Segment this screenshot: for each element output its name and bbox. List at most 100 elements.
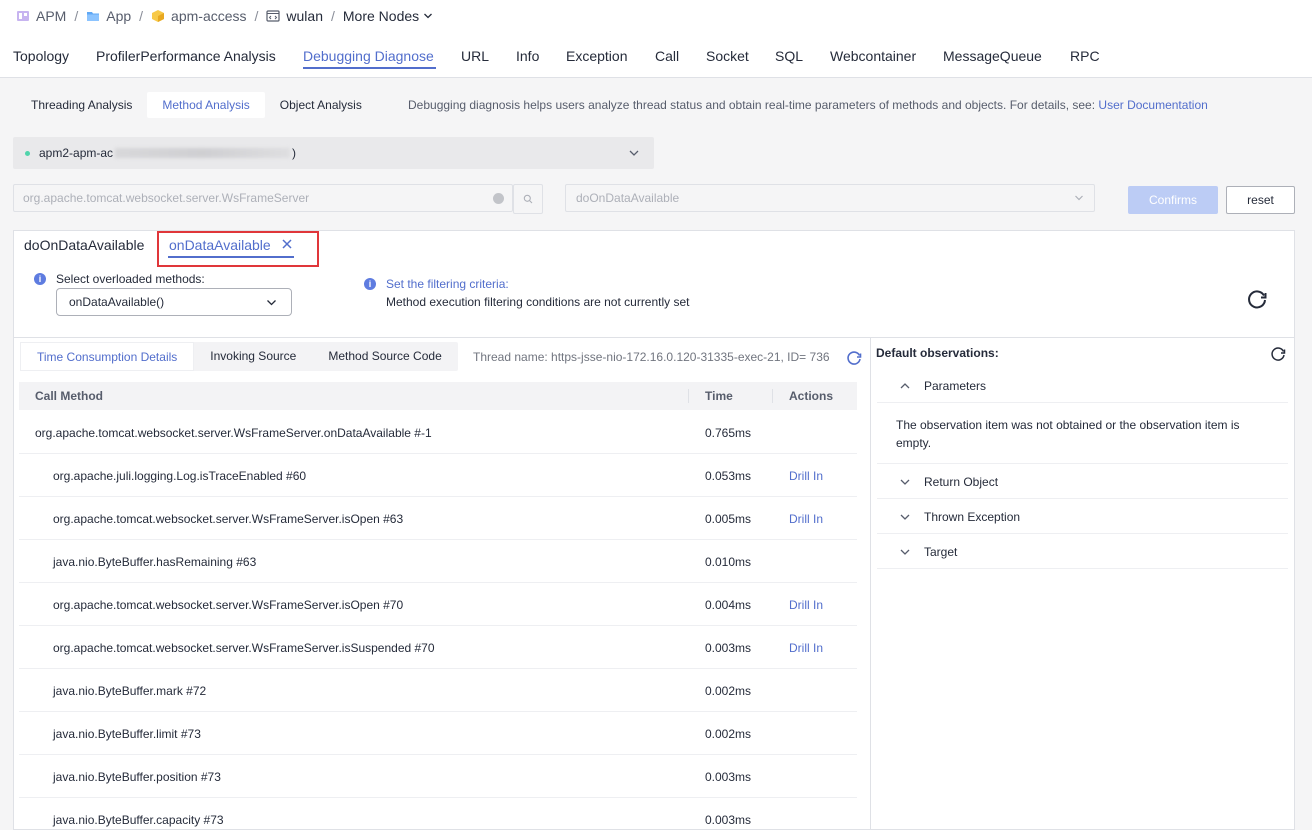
tab-info[interactable]: Info — [516, 48, 539, 64]
chevron-down-icon — [424, 13, 433, 19]
breadcrumb: APM / App / apm-access / wulan / More No… — [16, 6, 433, 26]
call-method: java.nio.ByteBuffer.mark #72 — [53, 684, 207, 698]
column-separator — [688, 389, 689, 403]
filter-status: Method execution filtering conditions ar… — [386, 295, 690, 309]
subtab-threading-analysis[interactable]: Threading Analysis — [16, 92, 147, 118]
column-header-call-method: Call Method — [35, 389, 103, 403]
tab-call[interactable]: Call — [655, 48, 679, 64]
table-row: org.apache.tomcat.websocket.server.WsFra… — [19, 497, 857, 540]
tab-webcontainer[interactable]: Webcontainer — [830, 48, 916, 64]
breadcrumb-separator: / — [331, 8, 335, 24]
sub-tab-bar: Threading Analysis Method Analysis Objec… — [16, 92, 377, 118]
column-separator — [772, 389, 773, 403]
observation-empty-text: The observation item was not obtained or… — [877, 403, 1288, 464]
top-tab-bar: Topology ProfilerPerformance Analysis De… — [0, 34, 1312, 78]
tab-url[interactable]: URL — [461, 48, 489, 64]
subtab-method-analysis[interactable]: Method Analysis — [147, 92, 265, 118]
table-row: org.apache.tomcat.websocket.server.WsFra… — [19, 583, 857, 626]
more-nodes-dropdown[interactable]: More Nodes — [343, 8, 433, 24]
reset-button[interactable]: reset — [1226, 186, 1295, 214]
table-row: org.apache.juli.logging.Log.isTraceEnabl… — [19, 454, 857, 497]
refresh-icon[interactable] — [845, 349, 863, 367]
time-value: 0.053ms — [705, 469, 752, 483]
subtab-object-analysis[interactable]: Object Analysis — [265, 92, 377, 118]
tab-invoking-source[interactable]: Invoking Source — [194, 342, 312, 371]
time-value: 0.010ms — [705, 555, 752, 569]
confirm-button[interactable]: Confirms — [1128, 186, 1218, 214]
time-value: 0.003ms — [705, 641, 752, 655]
breadcrumb-separator: / — [139, 8, 144, 24]
sub-description: Debugging diagnosis helps users analyze … — [408, 98, 1208, 112]
tab-messagequeue[interactable]: MessageQueue — [943, 48, 1042, 64]
info-icon: i — [34, 273, 46, 285]
chevron-down-icon — [900, 549, 910, 555]
observation-thrown-exception[interactable]: Thrown Exception — [877, 499, 1288, 534]
time-value: 0.002ms — [705, 684, 752, 698]
detail-tab-bar: Time Consumption Details Invoking Source… — [20, 342, 458, 371]
observation-parameters[interactable]: Parameters — [877, 368, 1288, 403]
time-value: 0.765ms — [705, 426, 752, 440]
call-method: java.nio.ByteBuffer.limit #73 — [53, 727, 201, 741]
call-method: org.apache.tomcat.websocket.server.WsFra… — [53, 641, 435, 655]
section-divider — [14, 337, 1295, 338]
user-documentation-link[interactable]: User Documentation — [1098, 98, 1207, 112]
call-method: java.nio.ByteBuffer.capacity #73 — [53, 813, 224, 827]
drill-in-link[interactable]: Drill In — [789, 469, 823, 483]
tab-sql[interactable]: SQL — [775, 48, 803, 64]
observations-title: Default observations: — [876, 346, 999, 360]
redacted-text — [115, 148, 291, 158]
breadcrumb-apm-access[interactable]: apm-access — [151, 8, 247, 24]
breadcrumb-wulan[interactable]: wulan — [266, 8, 323, 24]
table-row: java.nio.ByteBuffer.mark #72 0.002ms — [19, 669, 857, 712]
column-header-actions: Actions — [789, 389, 834, 403]
table-header: Call Method Time Actions — [19, 382, 857, 410]
column-divider — [870, 338, 871, 830]
tab-profiler-performance-analysis[interactable]: ProfilerPerformance Analysis — [96, 48, 276, 64]
overload-method-select[interactable]: onDataAvailable() — [56, 288, 292, 316]
method-tab-doondataavailable[interactable]: doOnDataAvailable — [24, 237, 144, 253]
call-method: java.nio.ByteBuffer.position #73 — [53, 770, 221, 784]
search-button[interactable] — [513, 184, 543, 214]
observation-target[interactable]: Target — [877, 534, 1288, 569]
tab-topology[interactable]: Topology — [13, 48, 69, 64]
refresh-icon[interactable] — [1245, 287, 1269, 311]
chevron-down-icon — [629, 150, 639, 156]
breadcrumb-app[interactable]: App — [86, 8, 131, 24]
cube-icon — [152, 10, 165, 22]
filter-criteria-link[interactable]: Set the filtering criteria: — [386, 277, 509, 291]
table-row: java.nio.ByteBuffer.limit #73 0.002ms — [19, 712, 857, 755]
chevron-down-icon — [267, 300, 276, 306]
table-row: java.nio.ByteBuffer.position #73 0.003ms — [19, 755, 857, 798]
breadcrumb-apm[interactable]: APM — [16, 8, 66, 24]
time-value: 0.004ms — [705, 598, 752, 612]
active-tab-indicator — [303, 67, 436, 69]
tab-exception[interactable]: Exception — [566, 48, 627, 64]
refresh-icon[interactable] — [1269, 345, 1287, 363]
info-icon: i — [364, 278, 376, 290]
table-row: org.apache.tomcat.websocket.server.WsFra… — [19, 626, 857, 669]
instance-select[interactable]: apm2-apm-ac ) — [13, 137, 654, 169]
tab-method-source-code[interactable]: Method Source Code — [312, 342, 457, 371]
drill-in-link[interactable]: Drill In — [789, 598, 823, 612]
time-value: 0.002ms — [705, 727, 752, 741]
drill-in-link[interactable]: Drill In — [789, 641, 823, 655]
code-window-icon — [266, 10, 281, 22]
call-method: org.apache.juli.logging.Log.isTraceEnabl… — [53, 469, 307, 483]
column-header-time: Time — [705, 389, 733, 403]
tab-time-consumption-details[interactable]: Time Consumption Details — [20, 342, 195, 371]
call-method: org.apache.tomcat.websocket.server.WsFra… — [35, 426, 432, 440]
drill-in-link[interactable]: Drill In — [789, 512, 823, 526]
call-method: org.apache.tomcat.websocket.server.WsFra… — [53, 512, 404, 526]
chevron-down-icon — [900, 479, 910, 485]
clear-icon[interactable] — [493, 193, 504, 204]
method-select[interactable]: doOnDataAvailable — [565, 184, 1095, 212]
chevron-down-icon — [900, 514, 910, 520]
observation-return-object[interactable]: Return Object — [877, 464, 1288, 499]
tab-debugging-diagnose[interactable]: Debugging Diagnose — [303, 48, 434, 64]
tab-socket[interactable]: Socket — [706, 48, 749, 64]
status-dot — [25, 150, 30, 156]
folder-icon — [87, 12, 100, 21]
thread-name: Thread name: https-jsse-nio-172.16.0.120… — [473, 350, 830, 364]
tab-rpc[interactable]: RPC — [1070, 48, 1100, 64]
class-name-input[interactable]: org.apache.tomcat.websocket.server.WsFra… — [13, 184, 513, 212]
